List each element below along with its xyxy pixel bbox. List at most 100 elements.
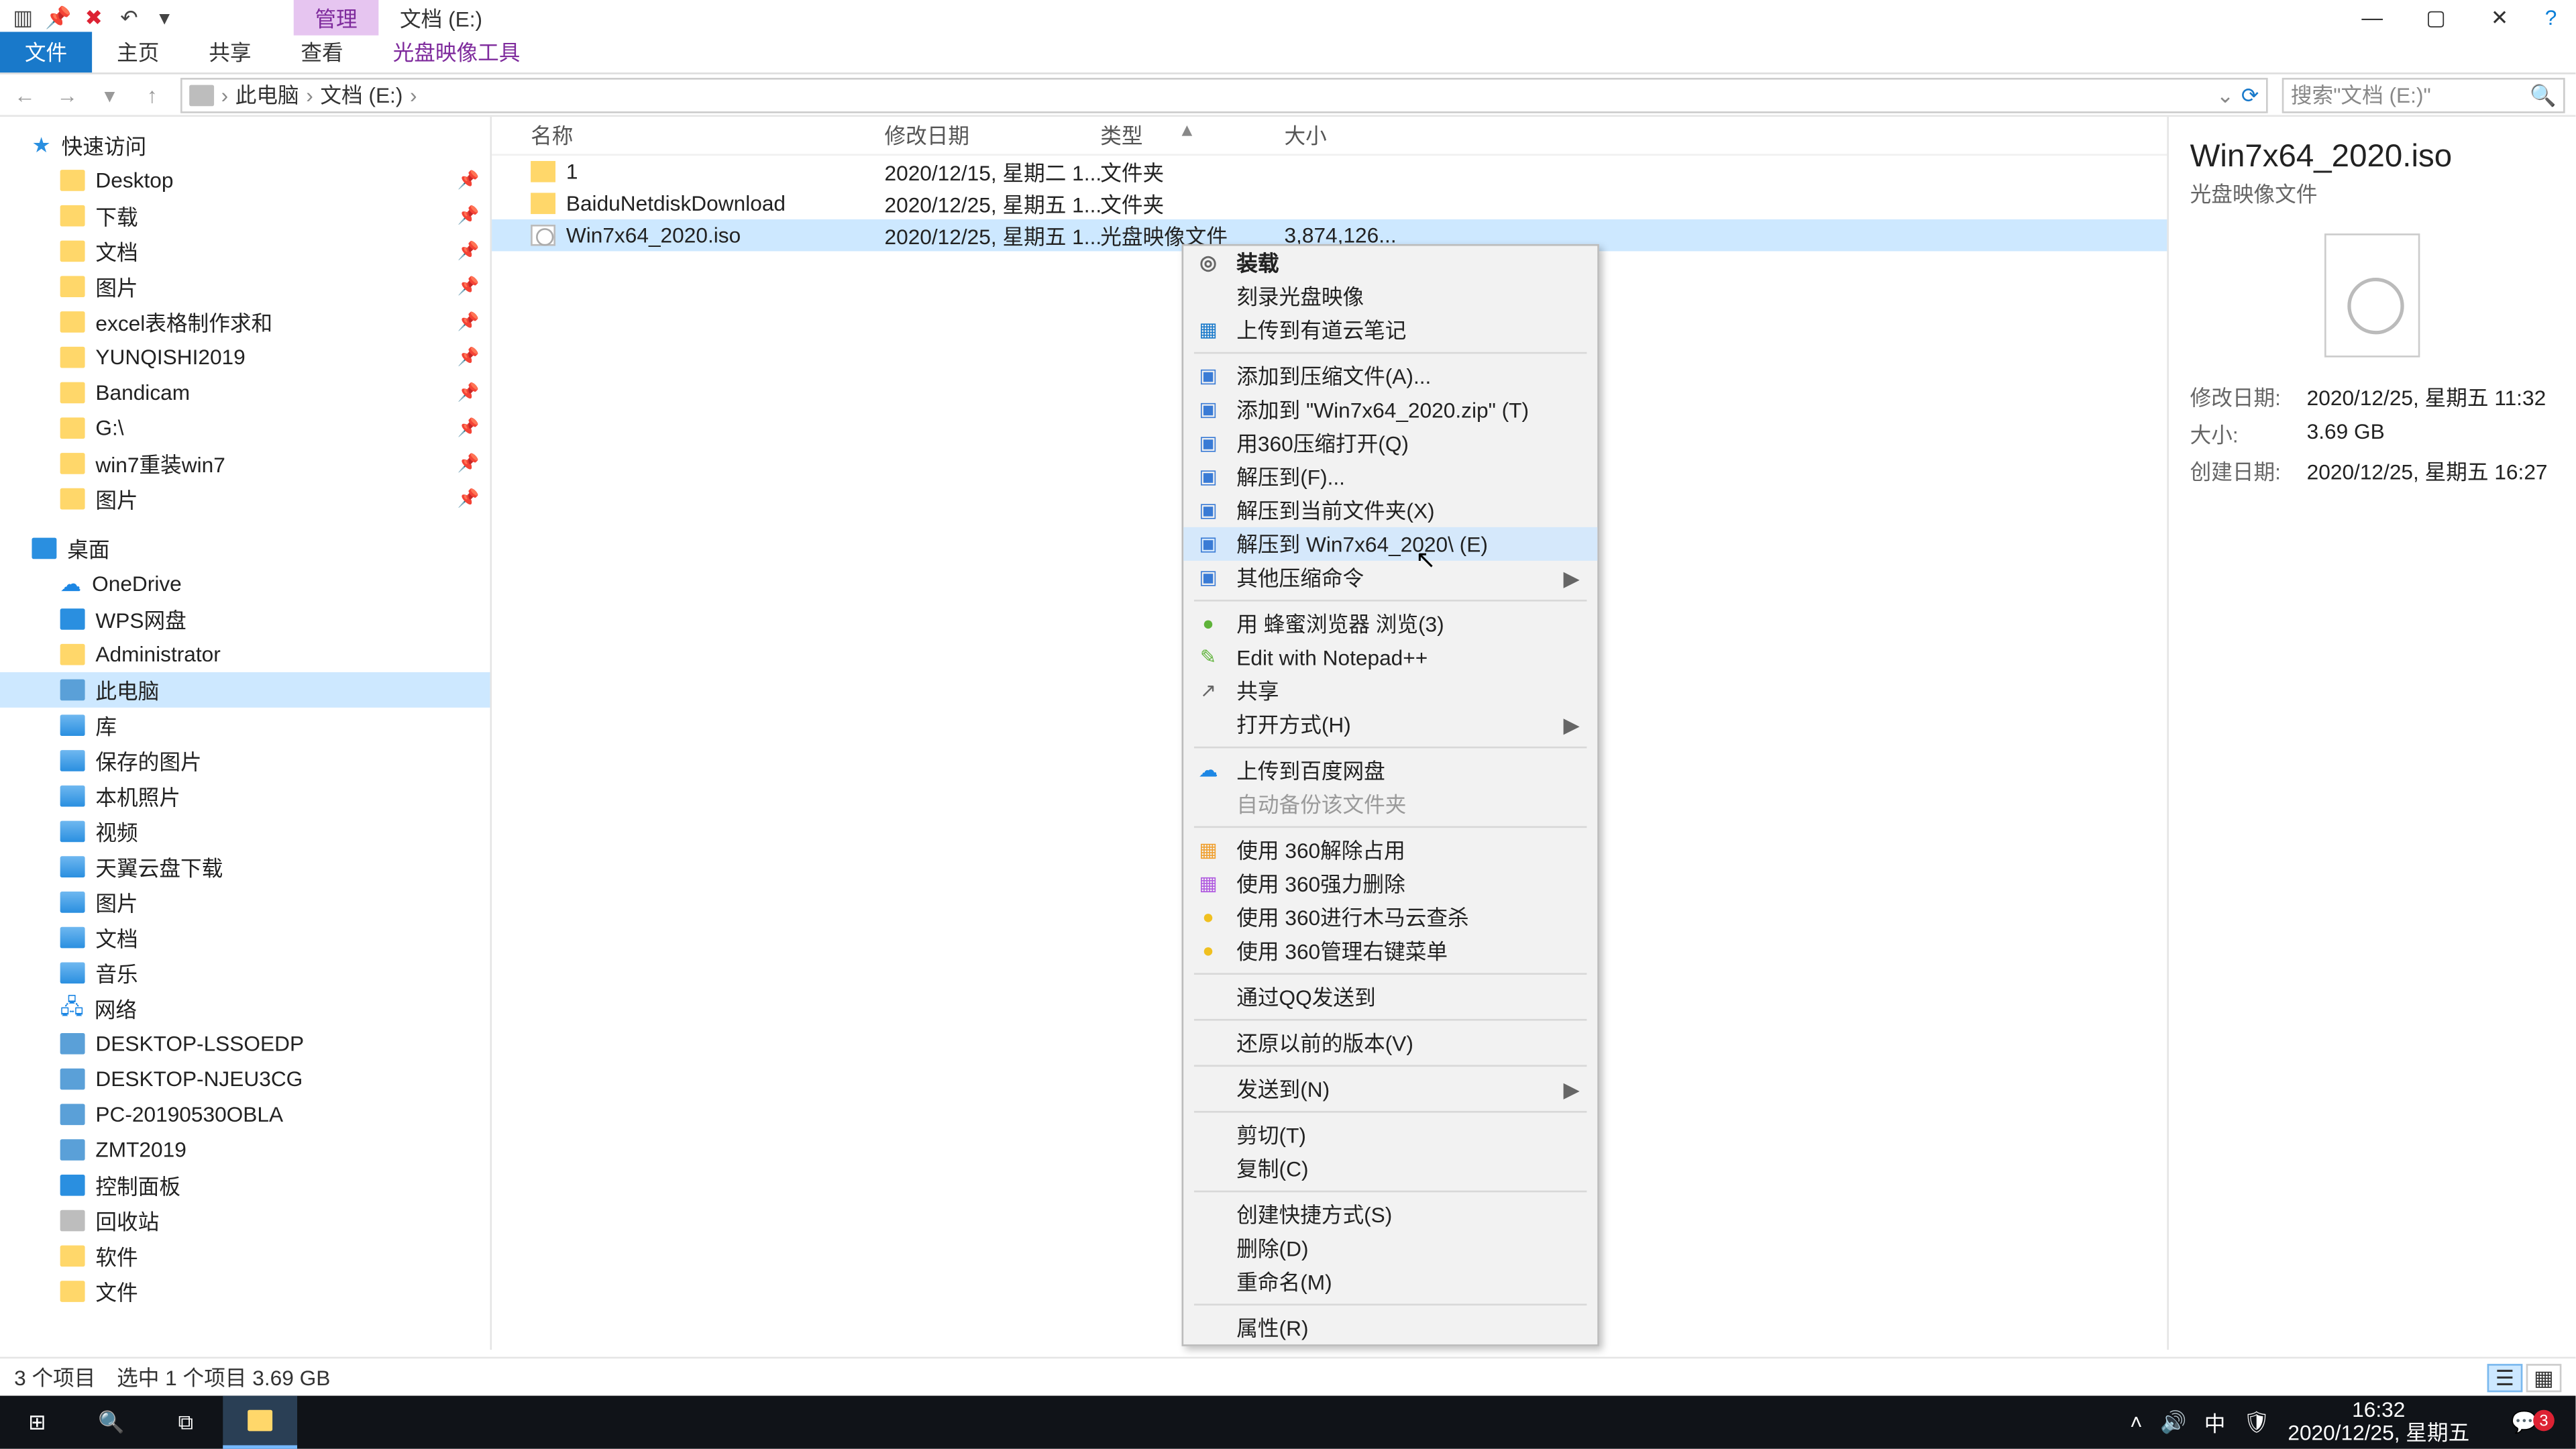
context-menu-item[interactable]: 属性(R) (1183, 1311, 1597, 1344)
tree-item[interactable]: Administrator (0, 637, 490, 672)
pin-icon[interactable]: 📌 (46, 5, 71, 30)
volume-icon[interactable]: 🔊 (2160, 1410, 2186, 1435)
tree-item[interactable]: 下载📌 (0, 198, 490, 233)
clock[interactable]: 16:32 2020/12/25, 星期五 (2288, 1399, 2469, 1446)
chevron-right-icon[interactable]: › (410, 83, 417, 107)
delete-icon[interactable]: ✖ (81, 5, 106, 30)
context-menu-item[interactable]: ▦使用 360解除占用 (1183, 833, 1597, 867)
forward-button[interactable]: → (53, 83, 81, 107)
tree-item[interactable]: 本机照片 (0, 778, 490, 814)
chevron-right-icon[interactable]: › (306, 83, 313, 107)
search-taskbar-button[interactable]: 🔍 (74, 1396, 149, 1449)
tree-item[interactable]: YUNQISHI2019📌 (0, 339, 490, 375)
context-menu-item[interactable]: 通过QQ发送到 (1183, 980, 1597, 1014)
start-button[interactable]: ⊞ (0, 1396, 74, 1449)
tree-item[interactable]: 图片📌 (0, 269, 490, 305)
context-menu-item[interactable]: 还原以前的版本(V) (1183, 1026, 1597, 1059)
tab-file[interactable]: 文件 (0, 32, 92, 72)
tree-item[interactable]: 软件 (0, 1238, 490, 1274)
maximize-button[interactable]: ▢ (2406, 0, 2466, 36)
context-menu-item[interactable]: 复制(C) (1183, 1152, 1597, 1185)
help-icon[interactable]: ? (2533, 0, 2569, 36)
context-menu-item[interactable]: ◎装载 (1183, 246, 1597, 280)
context-menu-item[interactable]: 删除(D) (1183, 1231, 1597, 1265)
context-menu-item[interactable]: 重命名(M) (1183, 1265, 1597, 1298)
context-menu-item[interactable]: 剪切(T) (1183, 1118, 1597, 1152)
back-button[interactable]: ← (11, 83, 39, 107)
context-menu-item[interactable]: 打开方式(H)▶ (1183, 708, 1597, 741)
context-menu-item[interactable]: ▦使用 360强力删除 (1183, 867, 1597, 900)
context-menu-item[interactable]: ↗共享 (1183, 674, 1597, 708)
column-name[interactable]: 名称 (492, 120, 884, 150)
up-button[interactable]: ↑ (138, 83, 166, 107)
tree-item[interactable]: ☁OneDrive (0, 566, 490, 602)
tree-item[interactable]: 此电脑 (0, 672, 490, 708)
explorer-taskbar-button[interactable] (223, 1396, 297, 1449)
column-date[interactable]: 修改日期 (885, 120, 1101, 150)
tree-item[interactable]: DESKTOP-NJEU3CG (0, 1061, 490, 1097)
tree-item[interactable]: PC-20190530OBLA (0, 1097, 490, 1132)
tab-disc-tools[interactable]: 光盘映像工具 (368, 32, 545, 72)
context-menu-item[interactable]: ▣添加到 "Win7x64_2020.zip" (T) (1183, 392, 1597, 426)
context-menu-item[interactable]: ☁上传到百度网盘 (1183, 753, 1597, 787)
tray-up-icon[interactable]: ˄ (2130, 1410, 2143, 1435)
tree-item[interactable]: G:\📌 (0, 411, 490, 446)
tree-desktop[interactable]: 桌面 (0, 531, 490, 566)
minimize-button[interactable]: — (2342, 0, 2402, 36)
tree-network[interactable]: 🖧网络 (0, 991, 490, 1026)
context-menu-item[interactable]: ▣解压到(F)... (1183, 460, 1597, 494)
tree-item[interactable]: Desktop📌 (0, 163, 490, 199)
context-menu-item[interactable]: 刻录光盘映像 (1183, 280, 1597, 313)
tree-item[interactable]: 文档 (0, 920, 490, 955)
tree-item[interactable]: Bandicam📌 (0, 375, 490, 411)
context-tab-manage[interactable]: 管理 (294, 0, 379, 36)
security-icon[interactable]: 🛡 (2243, 1410, 2270, 1435)
ime-indicator[interactable]: 中 (2204, 1407, 2226, 1438)
tree-item[interactable]: 回收站 (0, 1203, 490, 1238)
address-dropdown-icon[interactable]: ⌄ (2216, 83, 2235, 107)
tree-item[interactable]: 库 (0, 708, 490, 743)
context-menu-item[interactable]: ▣解压到 Win7x64_2020\ (E) (1183, 527, 1597, 561)
view-thumbnails-button[interactable]: ▦ (2526, 1363, 2562, 1391)
context-menu-item[interactable]: 发送到(N)▶ (1183, 1072, 1597, 1106)
refresh-icon[interactable]: ⟳ (2241, 83, 2259, 107)
tree-item[interactable]: 控制面板 (0, 1167, 490, 1203)
column-size[interactable]: 大小 (1284, 120, 1443, 150)
tree-item[interactable]: 文档📌 (0, 233, 490, 269)
context-menu-item[interactable]: ●用 蜂蜜浏览器 浏览(3) (1183, 606, 1597, 640)
context-menu-item[interactable]: ▦上传到有道云笔记 (1183, 313, 1597, 347)
action-center-button[interactable]: 💬3 (2487, 1410, 2562, 1435)
view-details-button[interactable]: ☰ (2487, 1363, 2523, 1391)
context-menu-item[interactable]: 创建快捷方式(S) (1183, 1197, 1597, 1231)
close-button[interactable]: ✕ (2469, 0, 2530, 36)
search-input[interactable]: 搜索"文档 (E:)" 🔍 (2282, 77, 2565, 113)
tree-item[interactable]: ZMT2019 (0, 1132, 490, 1168)
recent-dropdown-icon[interactable]: ▾ (95, 83, 123, 107)
context-menu-item[interactable]: ▣其他压缩命令▶ (1183, 561, 1597, 594)
tab-home[interactable]: 主页 (92, 32, 184, 72)
tree-item[interactable]: win7重装win7📌 (0, 446, 490, 482)
context-menu-item[interactable]: ✎Edit with Notepad++ (1183, 641, 1597, 674)
undo-icon[interactable]: ↶ (117, 5, 142, 30)
tree-item[interactable]: 文件 (0, 1274, 490, 1309)
file-row[interactable]: BaiduNetdiskDownload 2020/12/25, 星期五 1..… (492, 188, 2167, 219)
context-menu-item[interactable]: ▣添加到压缩文件(A)... (1183, 359, 1597, 392)
tab-share[interactable]: 共享 (184, 32, 276, 72)
tree-item[interactable]: excel表格制作求和📌 (0, 305, 490, 340)
context-menu-item[interactable]: ●使用 360进行木马云查杀 (1183, 900, 1597, 934)
tree-item[interactable]: 视频 (0, 814, 490, 849)
task-view-button[interactable]: ⧉ (149, 1396, 223, 1449)
file-row[interactable]: 1 2020/12/15, 星期二 1... 文件夹 (492, 156, 2167, 187)
breadcrumb-current[interactable]: 文档 (E:) (320, 80, 402, 110)
context-menu-item[interactable]: ▣用360压缩打开(Q) (1183, 427, 1597, 460)
chevron-right-icon[interactable]: › (221, 83, 229, 107)
tree-item[interactable]: 图片📌 (0, 481, 490, 517)
qat-dropdown-icon[interactable]: ▾ (152, 5, 177, 30)
tab-view[interactable]: 查看 (276, 32, 368, 72)
context-menu-item[interactable]: ●使用 360管理右键菜单 (1183, 934, 1597, 967)
tree-item[interactable]: 图片 (0, 885, 490, 920)
tree-item[interactable]: 保存的图片 (0, 743, 490, 779)
tree-quick-access[interactable]: ★快速访问 (0, 127, 490, 163)
tree-item[interactable]: WPS网盘 (0, 602, 490, 637)
context-menu-item[interactable]: ▣解压到当前文件夹(X) (1183, 494, 1597, 527)
